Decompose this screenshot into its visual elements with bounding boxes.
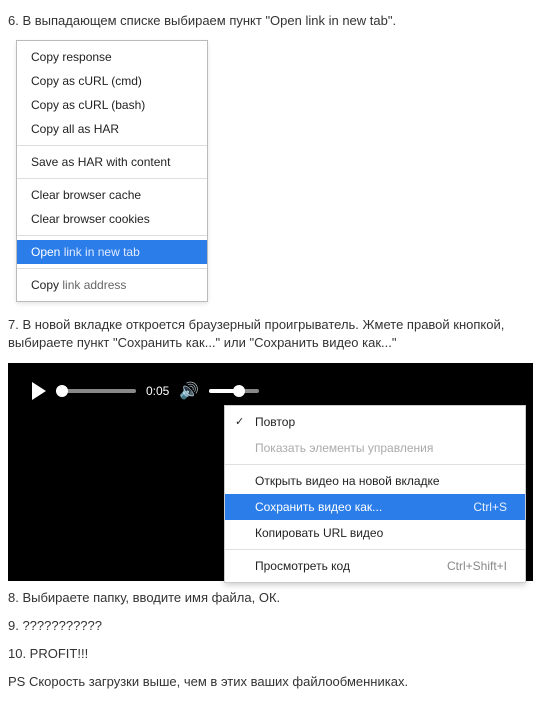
menu-item-copy-all-har[interactable]: Copy all as HAR	[17, 117, 207, 141]
menu-item-show-controls: Показать элементы управления	[225, 435, 525, 461]
progress-thumb[interactable]	[56, 385, 68, 397]
volume-thumb[interactable]	[233, 385, 245, 397]
menu-item-clear-cache[interactable]: Clear browser cache	[17, 183, 207, 207]
menu-item-clear-cookies[interactable]: Clear browser cookies	[17, 207, 207, 231]
menu-label: Повтор	[255, 415, 295, 429]
menu-item-inspect[interactable]: Просмотреть код Ctrl+Shift+I	[225, 553, 525, 579]
menu-label-hl: link in new tab	[64, 245, 140, 259]
step-10-text: 10. PROFIT!!!	[8, 645, 538, 663]
shortcut-text: Ctrl+S	[473, 500, 507, 514]
menu-item-open-video-new-tab[interactable]: Открыть видео на новой вкладке	[225, 468, 525, 494]
step-7-text: 7. В новой вкладке откроется браузерный …	[8, 316, 538, 352]
menu-label: Открыть видео на новой вкладке	[255, 474, 440, 488]
menu-item-loop[interactable]: ✓ Повтор	[225, 409, 525, 435]
ps-text: PS Скорость загрузки выше, чем в этих ва…	[8, 673, 538, 691]
video-context-menu: ✓ Повтор Показать элементы управления От…	[224, 405, 526, 583]
progress-slider[interactable]	[56, 389, 136, 393]
time-display: 0:05	[146, 384, 169, 398]
menu-label-prefix: Copy	[31, 278, 62, 292]
menu-item-save-video-as[interactable]: Сохранить видео как... Ctrl+S	[225, 494, 525, 520]
check-icon: ✓	[235, 415, 244, 428]
menu-label: Копировать URL видео	[255, 526, 383, 540]
menu-item-copy-curl-bash[interactable]: Copy as cURL (bash)	[17, 93, 207, 117]
menu-label-rest: link address	[62, 278, 126, 292]
menu-item-save-har[interactable]: Save as HAR with content	[17, 150, 207, 174]
volume-icon[interactable]: 🔊	[179, 381, 199, 401]
menu-item-copy-response[interactable]: Copy response	[17, 45, 207, 69]
menu-label: Просмотреть код	[255, 559, 350, 573]
menu-label-prefix: Open	[31, 245, 64, 259]
video-player-area: 0:05 🔊 ✓ Повтор Показать элементы управл…	[8, 363, 533, 581]
devtools-context-menu: Copy response Copy as cURL (cmd) Copy as…	[16, 40, 208, 302]
step-8-text: 8. Выбираете папку, вводите имя файла, О…	[8, 589, 538, 607]
step-6-text: 6. В выпадающем списке выбираем пункт "O…	[8, 12, 538, 30]
menu-item-copy-link-address[interactable]: Copy link address	[17, 273, 207, 297]
shortcut-text: Ctrl+Shift+I	[447, 559, 507, 573]
menu-label: Показать элементы управления	[255, 441, 433, 455]
menu-item-copy-video-url[interactable]: Копировать URL видео	[225, 520, 525, 546]
volume-slider[interactable]	[209, 389, 259, 393]
play-icon[interactable]	[32, 382, 46, 400]
step-9-text: 9. ???????????	[8, 617, 538, 635]
menu-item-open-link-new-tab[interactable]: Open link in new tab	[17, 240, 207, 264]
menu-item-copy-curl-cmd[interactable]: Copy as cURL (cmd)	[17, 69, 207, 93]
menu-label: Сохранить видео как...	[255, 500, 382, 514]
video-controls: 0:05 🔊	[32, 381, 259, 401]
